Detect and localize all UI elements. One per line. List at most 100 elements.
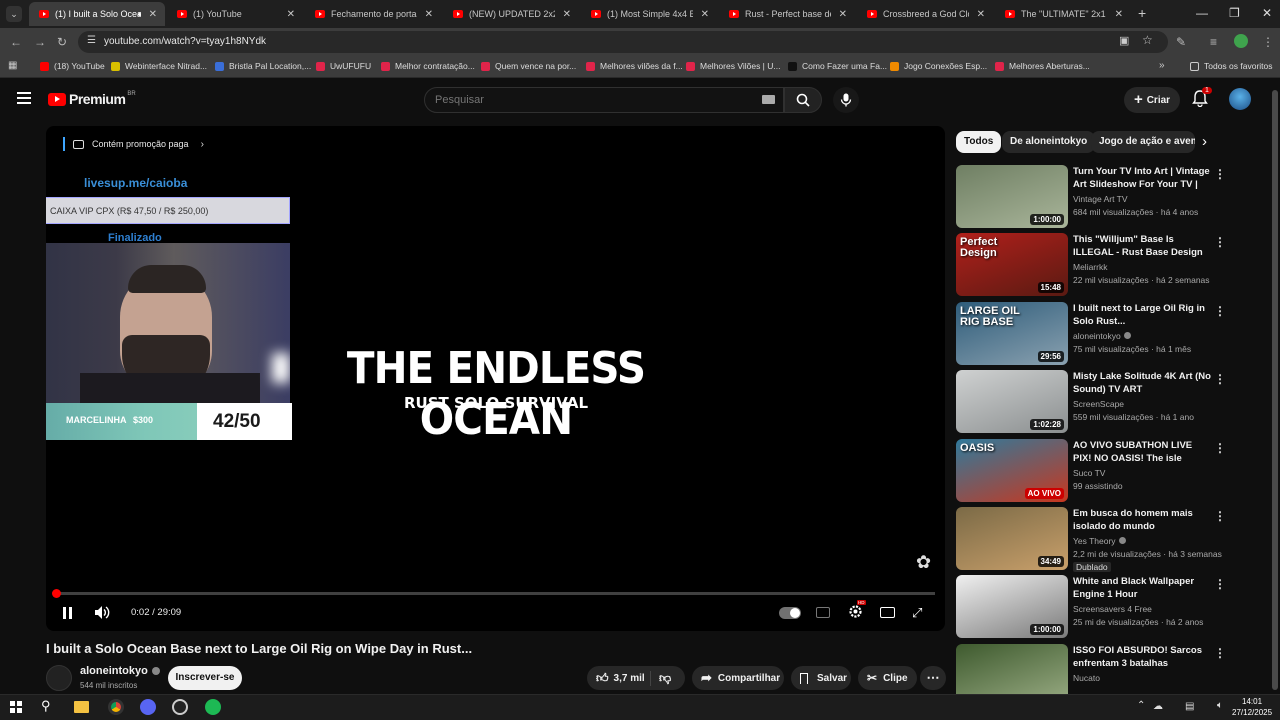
more-options-icon[interactable]: ⋮ xyxy=(1214,235,1226,249)
app-taskbar-icon[interactable] xyxy=(140,699,156,715)
chrome-menu-icon[interactable]: ⋮ xyxy=(1262,35,1274,49)
close-tab-icon[interactable]: ✕ xyxy=(1115,9,1123,20)
video-card-channel[interactable]: ScreenScape xyxy=(1073,399,1124,409)
video-card-channel[interactable]: Meliarrkk xyxy=(1073,262,1107,272)
recommended-video[interactable]: OASIS AO VIVO AO VIVO SUBATHON LIVE PIX! N… xyxy=(956,438,1266,503)
autoplay-toggle[interactable] xyxy=(779,607,801,619)
video-card-title[interactable]: I built next to Large Oil Rig in Solo Ru… xyxy=(1073,302,1213,328)
browser-tab[interactable]: The "ULTIMATE" 2x1 EXPA ✕ xyxy=(995,2,1131,26)
pause-button[interactable] xyxy=(62,606,74,620)
video-card-channel[interactable]: Nucato xyxy=(1073,673,1100,683)
video-thumbnail[interactable]: 1:00:00 xyxy=(956,575,1068,639)
video-thumbnail[interactable]: OASIS AO VIVO xyxy=(956,438,1068,502)
bookmark-item[interactable]: Quem vence na por... xyxy=(481,61,576,71)
video-thumbnail[interactable]: 1:02:28 xyxy=(956,370,1068,434)
filter-chip[interactable]: Todos xyxy=(956,131,1002,153)
tray-overflow-icon[interactable]: ⌃ xyxy=(1137,700,1145,711)
voice-search-button[interactable] xyxy=(833,87,859,113)
recommended-video[interactable]: 1:00:00 White and Black Wallpaper Engine … xyxy=(956,575,1266,639)
back-icon[interactable]: ← xyxy=(10,35,22,49)
guide-menu-icon[interactable] xyxy=(17,92,31,104)
video-thumbnail[interactable]: Perfect Design 15:48 xyxy=(956,233,1068,297)
miniplayer-icon[interactable] xyxy=(880,607,895,618)
filter-chip[interactable]: Jogo de ação e avem xyxy=(1091,131,1195,153)
reload-icon[interactable]: ↻ xyxy=(57,35,67,49)
clip-button[interactable]: ✂ Clipe xyxy=(858,666,917,690)
more-options-icon[interactable]: ⋮ xyxy=(1214,509,1226,523)
bookmark-item[interactable]: Webinterface Nitrad... xyxy=(111,61,207,71)
close-tab-icon[interactable]: ✕ xyxy=(839,9,847,20)
more-actions-button[interactable]: ⋯ xyxy=(920,666,946,690)
address-bar[interactable]: ☰ youtube.com/watch?v=tyay1h8NYdk ▣ ☆ xyxy=(78,31,1168,53)
browser-tab[interactable]: Rust - Perfect base design ✕ xyxy=(719,2,855,26)
browser-tab[interactable]: (1) YouTube ✕ xyxy=(167,2,303,26)
video-thumbnail[interactable]: 1:00:00 xyxy=(956,165,1068,228)
bookmark-item[interactable]: Melhor contratação... xyxy=(381,61,475,71)
search-box[interactable] xyxy=(424,87,784,113)
more-options-icon[interactable]: ⋮ xyxy=(1214,372,1226,386)
video-card-channel[interactable]: Suco TV xyxy=(1073,468,1105,478)
recommended-video[interactable]: 1:00:00 Turn Your TV Into Art | Vintage A… xyxy=(956,165,1266,229)
close-tab-icon[interactable]: ✕ xyxy=(425,9,433,20)
scrollbar-thumb[interactable] xyxy=(1272,90,1278,690)
bookmark-item[interactable]: (18) YouTube xyxy=(40,61,105,71)
recommended-video[interactable]: 34:49 Em busca do homem mais isolado do m… xyxy=(956,507,1266,572)
subscribe-button[interactable]: Inscrever-se xyxy=(168,666,242,690)
browser-tab[interactable]: Crossbreed a God Clone ✕ xyxy=(857,2,993,26)
close-tab-icon[interactable]: ✕ xyxy=(563,9,571,20)
recommended-video[interactable]: 1:02:28 Misty Lake Solitude 4K Art (No So… xyxy=(956,370,1266,434)
close-window-icon[interactable]: ✕ xyxy=(1262,6,1272,20)
media-control-icon[interactable]: ≡ xyxy=(1210,35,1217,49)
video-card-title[interactable]: White and Black Wallpaper Engine 1 Hour xyxy=(1073,575,1213,601)
recommended-video[interactable]: Perfect Design 15:48 This "Willjum" Base I… xyxy=(956,233,1266,297)
recommended-video[interactable]: LARGE OIL RIG BASE 29:56 I built next to L… xyxy=(956,301,1266,366)
file-explorer-icon[interactable] xyxy=(74,701,89,713)
more-options-icon[interactable]: ⋮ xyxy=(1214,646,1226,660)
progress-bar[interactable] xyxy=(56,592,935,595)
speaker-tray-icon[interactable]: 🔈︎ xyxy=(1217,700,1223,711)
new-tab-button[interactable]: + xyxy=(1138,5,1146,21)
obs-taskbar-icon[interactable] xyxy=(172,699,188,715)
channel-name[interactable]: aloneintokyo xyxy=(80,665,160,677)
bookmark-item[interactable]: Bristla Pal Location,... xyxy=(215,61,311,71)
browser-tab[interactable]: (NEW) UPDATED 2x2 / Ru ✕ xyxy=(443,2,579,26)
page-scrollbar[interactable] xyxy=(1270,78,1280,694)
close-tab-icon[interactable]: ✕ xyxy=(977,9,985,20)
forward-icon[interactable]: → xyxy=(34,35,46,49)
bookmark-item[interactable]: Melhores Vilões | U... xyxy=(686,61,780,71)
bookmark-item[interactable]: Como Fazer uma Fa... xyxy=(788,61,887,71)
video-card-title[interactable]: This "Willjum" Base Is ILLEGAL - Rust Ba… xyxy=(1073,233,1213,260)
apps-grid-icon[interactable]: ▦ xyxy=(8,60,17,71)
more-options-icon[interactable]: ⋮ xyxy=(1214,304,1226,318)
video-card-channel[interactable]: Vintage Art TV xyxy=(1073,194,1128,204)
clock-time[interactable]: 14:01 xyxy=(1242,697,1262,706)
tab-search-button[interactable]: ⌄ xyxy=(6,6,22,22)
share-button[interactable]: ➦ Compartilhar xyxy=(692,666,784,690)
video-card-title[interactable]: Em busca do homem mais isolado do mundo xyxy=(1073,507,1213,533)
create-button[interactable]: + Criar xyxy=(1124,87,1180,113)
filter-chip[interactable]: De aloneintokyo xyxy=(1002,131,1096,153)
scrubber-handle[interactable] xyxy=(52,589,61,598)
notifications-button[interactable]: 1 xyxy=(1192,87,1212,112)
video-card-title[interactable]: ISSO FOI ABSURDO! Sarcos enfrentam 3 bat… xyxy=(1073,644,1213,671)
save-button[interactable]: Salvar xyxy=(791,666,851,690)
account-avatar[interactable] xyxy=(1229,88,1251,110)
video-thumbnail[interactable]: LARGE OIL RIG BASE 29:56 xyxy=(956,301,1068,365)
spotify-taskbar-icon[interactable] xyxy=(205,699,221,715)
windows-start-icon[interactable] xyxy=(10,701,22,713)
minimize-icon[interactable]: — xyxy=(1196,6,1208,20)
video-card-title[interactable]: Turn Your TV Into Art | Vintage Art Slid… xyxy=(1073,165,1213,192)
chrome-taskbar-icon[interactable] xyxy=(108,699,124,715)
paid-promotion-notice[interactable]: Contém promoção paga › xyxy=(63,137,204,151)
chips-next-icon[interactable]: › xyxy=(1202,133,1207,150)
more-bookmarks-icon[interactable]: » xyxy=(1159,60,1165,71)
bookmark-item[interactable]: Melhores vilões da f... xyxy=(586,61,683,71)
more-options-icon[interactable]: ⋮ xyxy=(1214,577,1226,591)
search-input[interactable] xyxy=(435,94,735,106)
channel-avatar[interactable] xyxy=(46,665,72,691)
profile-avatar[interactable] xyxy=(1234,34,1248,48)
clock-date[interactable]: 27/12/2025 xyxy=(1232,708,1272,717)
bookmark-item[interactable]: UwUFUFU xyxy=(316,61,371,71)
youtube-logo[interactable]: Premium BR xyxy=(48,91,136,107)
video-card-title[interactable]: Misty Lake Solitude 4K Art (No Sound) TV… xyxy=(1073,370,1213,397)
